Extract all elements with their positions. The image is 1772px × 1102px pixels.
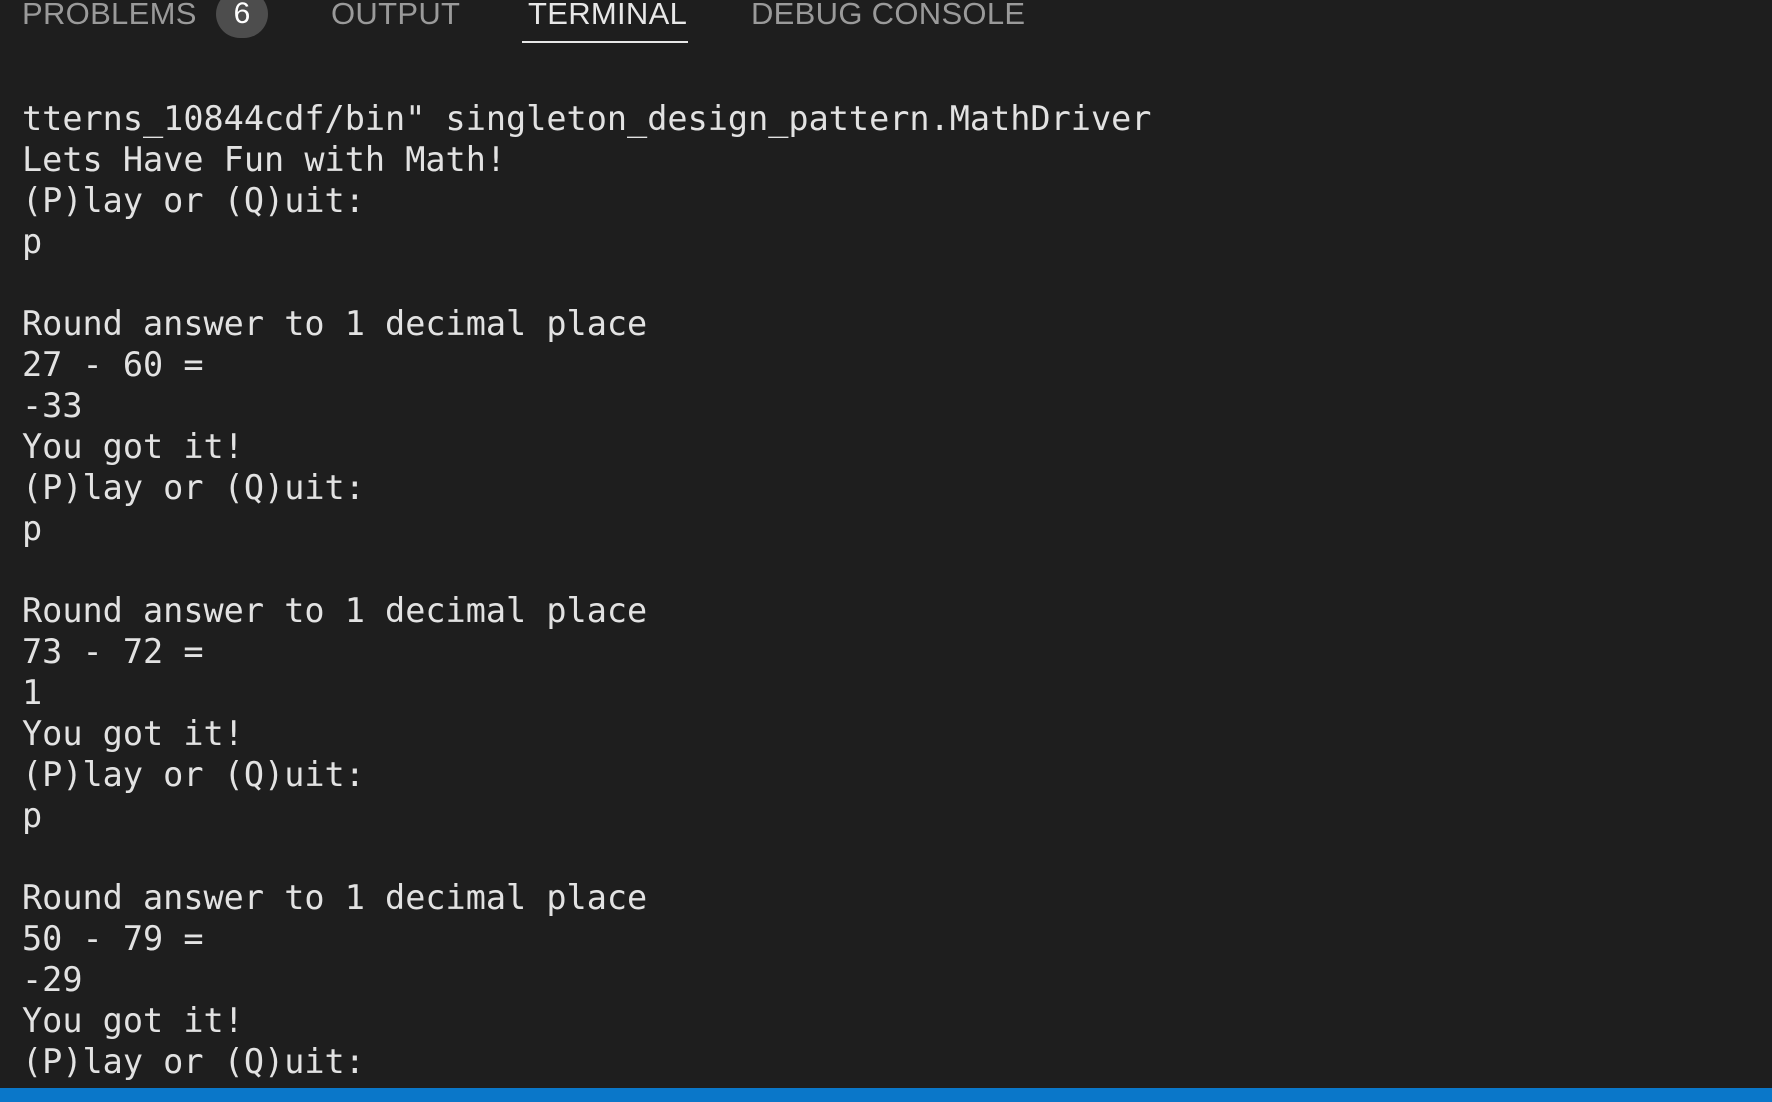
terminal-line: p (22, 509, 43, 548)
panel-tab-bar: PROBLEMS 6 OUTPUT TERMINAL DEBUG CONSOLE (0, 0, 1772, 50)
problems-count-badge: 6 (216, 0, 268, 38)
terminal-line: (P)lay or (Q)uit: (22, 1042, 365, 1081)
terminal-line: You got it! (22, 714, 244, 753)
terminal-line: 1 (22, 673, 43, 712)
tab-debug-console[interactable]: DEBUG CONSOLE (751, 0, 1025, 32)
terminal-line: 73 - 72 = (22, 632, 204, 671)
terminal-line: You got it! (22, 1001, 244, 1040)
terminal-line: You got it! (22, 427, 244, 466)
terminal-line: p (22, 222, 43, 261)
terminal-line: (P)lay or (Q)uit: (22, 468, 365, 507)
active-tab-indicator (522, 41, 688, 43)
terminal-output[interactable]: tterns_10844cdf/bin" singleton_design_pa… (22, 98, 1762, 1083)
terminal-line: Round answer to 1 decimal place (22, 878, 648, 917)
terminal-line: p (22, 796, 43, 835)
terminal-line: 27 - 60 = (22, 345, 204, 384)
terminal-line: Round answer to 1 decimal place (22, 591, 648, 630)
terminal-line: Lets Have Fun with Math! (22, 140, 507, 179)
tab-problems[interactable]: PROBLEMS (22, 0, 197, 32)
tab-terminal[interactable]: TERMINAL (528, 0, 687, 32)
tab-output[interactable]: OUTPUT (331, 0, 460, 32)
terminal-line: 50 - 79 = (22, 919, 204, 958)
terminal-line: (P)lay or (Q)uit: (22, 755, 365, 794)
terminal-line: tterns_10844cdf/bin" singleton_design_pa… (22, 99, 1152, 138)
status-bar (0, 1088, 1772, 1102)
terminal-line: (P)lay or (Q)uit: (22, 181, 365, 220)
terminal-line: Round answer to 1 decimal place (22, 304, 648, 343)
terminal-line: -33 (22, 386, 83, 425)
terminal-line: -29 (22, 960, 83, 999)
